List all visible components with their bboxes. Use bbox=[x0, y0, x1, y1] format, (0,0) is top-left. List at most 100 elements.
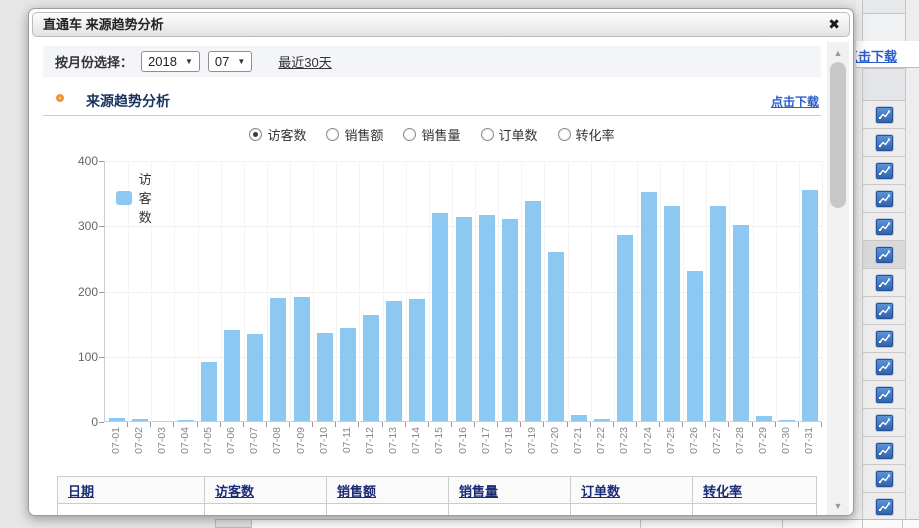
x-axis-tick bbox=[428, 422, 429, 427]
trend-chart-icon[interactable] bbox=[876, 499, 893, 515]
year-select-value: 2018 bbox=[148, 54, 177, 69]
x-axis-tick-label: 07-12 bbox=[364, 427, 376, 463]
bar-07-26 bbox=[687, 271, 703, 421]
x-axis-tick bbox=[382, 422, 383, 427]
close-icon[interactable]: ✖ bbox=[828, 13, 840, 36]
trend-chart-icon[interactable] bbox=[876, 135, 893, 151]
trend-chart-icon[interactable] bbox=[876, 163, 893, 179]
table-cell bbox=[205, 504, 327, 516]
background-table-row bbox=[862, 465, 906, 493]
x-axis-tick bbox=[243, 422, 244, 427]
background-icon-rows bbox=[862, 101, 906, 521]
background-row bbox=[252, 519, 919, 528]
trend-chart-icon[interactable] bbox=[876, 331, 893, 347]
trend-chart-icon[interactable] bbox=[876, 443, 893, 459]
gridline bbox=[452, 161, 453, 422]
trend-chart-icon[interactable] bbox=[876, 219, 893, 235]
x-axis-tick-label: 07-20 bbox=[549, 427, 561, 463]
x-axis-tick bbox=[728, 422, 729, 427]
y-axis-tick-label: 100 bbox=[50, 350, 98, 364]
gridline bbox=[637, 161, 638, 422]
trend-chart-icon[interactable] bbox=[876, 471, 893, 487]
month-select-value: 07 bbox=[215, 54, 229, 69]
x-axis-tick bbox=[798, 422, 799, 427]
table-sort-link-销售额[interactable]: 销售额 bbox=[337, 481, 376, 500]
background-table-row bbox=[862, 493, 906, 521]
y-axis-tick-label: 0 bbox=[50, 415, 98, 429]
metric-radio-label: 订单数 bbox=[499, 125, 538, 144]
scrollbar-track[interactable]: ▲ ▼ bbox=[827, 42, 849, 516]
x-axis-tick bbox=[150, 422, 151, 427]
table-row bbox=[57, 504, 819, 516]
scroll-down-icon[interactable]: ▼ bbox=[827, 499, 849, 513]
x-axis-tick-label: 07-30 bbox=[780, 427, 792, 463]
table-sort-link-转化率[interactable]: 转化率 bbox=[703, 481, 742, 500]
trend-chart-icon[interactable] bbox=[876, 247, 893, 263]
download-link[interactable]: 点击下载 bbox=[771, 93, 819, 110]
trend-chart-icon[interactable] bbox=[876, 107, 893, 123]
gridline bbox=[614, 161, 615, 422]
x-axis-tick bbox=[335, 422, 336, 427]
bar-07-24 bbox=[641, 192, 657, 421]
x-axis-tick-label: 07-29 bbox=[757, 427, 769, 463]
y-axis-tick bbox=[99, 357, 104, 358]
x-axis-tick bbox=[705, 422, 706, 427]
trend-chart-icon[interactable] bbox=[876, 359, 893, 375]
trend-chart-icon[interactable] bbox=[876, 275, 893, 291]
table-header-cell: 访客数 bbox=[205, 476, 327, 504]
table-cell bbox=[449, 504, 571, 516]
gridline bbox=[429, 161, 430, 422]
x-axis-tick bbox=[405, 422, 406, 427]
metric-radio-销售额[interactable]: 销售额 bbox=[326, 125, 383, 144]
table-header-cell: 转化率 bbox=[693, 476, 817, 504]
scrollbar-thumb[interactable] bbox=[830, 62, 846, 208]
bar-07-28 bbox=[733, 225, 749, 421]
x-axis-tick bbox=[659, 422, 660, 427]
table-sort-link-订单数[interactable]: 订单数 bbox=[581, 481, 620, 500]
bar-07-19 bbox=[525, 201, 541, 421]
month-select[interactable]: 07 ▼ bbox=[208, 51, 252, 72]
bar-07-05 bbox=[201, 362, 217, 421]
table-sort-link-访客数[interactable]: 访客数 bbox=[215, 481, 254, 500]
table-sort-link-日期[interactable]: 日期 bbox=[68, 481, 94, 500]
gridline bbox=[544, 161, 545, 422]
bar-07-04 bbox=[178, 420, 194, 421]
x-axis-tick-label: 07-14 bbox=[410, 427, 422, 463]
x-axis-tick-label: 07-10 bbox=[318, 427, 330, 463]
gridline bbox=[267, 161, 268, 422]
x-axis-tick bbox=[451, 422, 452, 427]
radio-icon bbox=[249, 128, 262, 141]
x-axis-tick-label: 07-23 bbox=[618, 427, 630, 463]
table-header-cell: 销售量 bbox=[449, 476, 571, 504]
x-axis-tick-label: 07-07 bbox=[248, 427, 260, 463]
trend-chart-icon[interactable] bbox=[876, 191, 893, 207]
table-header-cell: 日期 bbox=[57, 476, 205, 504]
x-axis-tick bbox=[497, 422, 498, 427]
recent-30-days-link[interactable]: 最近30天 bbox=[278, 52, 331, 71]
metric-radio-订单数[interactable]: 订单数 bbox=[481, 125, 538, 144]
table-sort-link-销售量[interactable]: 销售量 bbox=[459, 481, 498, 500]
metric-radio-访客数[interactable]: 访客数 bbox=[249, 125, 306, 144]
dialog-titlebar[interactable]: 直通车 来源趋势分析 ✖ bbox=[32, 12, 850, 37]
gridline bbox=[174, 161, 175, 422]
trend-chart-icon[interactable] bbox=[876, 387, 893, 403]
background-table-row bbox=[862, 241, 906, 269]
y-axis-tick-label: 300 bbox=[50, 219, 98, 233]
background-table-row bbox=[862, 353, 906, 381]
background-download-link[interactable]: 点击下载 bbox=[856, 46, 897, 65]
x-axis-tick-label: 07-02 bbox=[133, 427, 145, 463]
trend-chart-icon[interactable] bbox=[876, 415, 893, 431]
background-table-row bbox=[862, 269, 906, 297]
table-header-cell: 订单数 bbox=[571, 476, 693, 504]
year-select[interactable]: 2018 ▼ bbox=[141, 51, 200, 72]
x-axis-tick bbox=[821, 422, 822, 427]
trend-data-table: 日期 访客数 销售额 销售量 订单数 转化率 bbox=[57, 476, 819, 516]
legend-item[interactable]: 访客数 bbox=[116, 169, 162, 226]
scroll-up-icon[interactable]: ▲ bbox=[827, 46, 849, 60]
y-axis-tick-label: 400 bbox=[50, 154, 98, 168]
x-axis-tick-label: 07-24 bbox=[642, 427, 654, 463]
metric-radio-销售量[interactable]: 销售量 bbox=[403, 125, 460, 144]
x-axis-tick-label: 07-26 bbox=[688, 427, 700, 463]
metric-radio-转化率[interactable]: 转化率 bbox=[558, 125, 615, 144]
trend-chart-icon[interactable] bbox=[876, 303, 893, 319]
